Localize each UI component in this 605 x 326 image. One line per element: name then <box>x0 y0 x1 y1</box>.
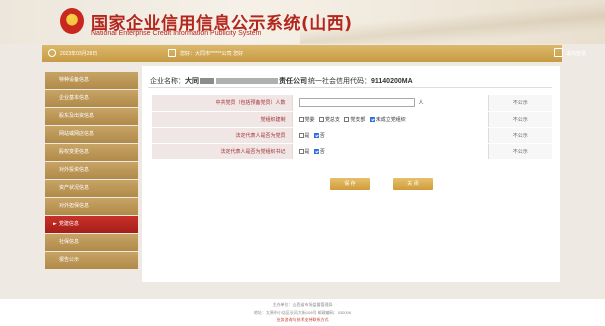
option-label: 党支部 <box>350 116 366 123</box>
form-row-legal-rep-member: 法定代表人是否为党员 是 否 不公示 <box>152 127 552 144</box>
sidebar-item-label: 社保信息 <box>59 239 80 245</box>
option-label: 是 <box>304 148 310 155</box>
save-button[interactable]: 保 存 <box>330 178 370 190</box>
company-name-suffix: 责任公司 <box>279 78 307 85</box>
user-icon <box>168 49 176 57</box>
form-label: 中共党员（包括预备党员）人数 <box>152 95 292 112</box>
logout-link[interactable]: 退出登录 <box>566 50 586 57</box>
sidebar-item-website[interactable]: 网站或网店信息 <box>45 126 138 143</box>
logout-icon[interactable] <box>554 48 563 57</box>
site-subtitle: National Enterprise Credit Information P… <box>91 30 262 37</box>
form-label: 党组织建制 <box>152 111 292 128</box>
publicity-status: 不公示 <box>488 111 552 128</box>
info-bar: 2023年03月28日 您好：大同市******公司 您好 退出登录 <box>42 45 586 62</box>
option-label: 党总支 <box>324 116 340 123</box>
form-row-party-members: 中共党员（包括预备党员）人数 人 不公示 <box>152 95 552 112</box>
sidebar-item-party-building[interactable]: ► 党建信息 <box>45 216 138 233</box>
sidebar-item-label: 对外投资信息 <box>59 167 90 173</box>
sidebar-item-label: 网站或网店信息 <box>59 131 95 137</box>
site-header: 国家企业信用信息公示系统(山西) National Enterprise Cre… <box>0 0 605 44</box>
sidebar-item-label: 资产状况信息 <box>59 185 90 191</box>
checkbox-yes[interactable] <box>298 132 304 138</box>
checkbox-no[interactable] <box>313 148 319 154</box>
form-row-party-org: 党组织建制 党委 党总支 党支部 未成立党组织 不公示 <box>152 111 552 128</box>
checkbox-general-branch[interactable] <box>318 116 324 122</box>
sidebar-item-basic-info[interactable]: 企业基本信息 <box>45 90 138 107</box>
option-label: 否 <box>319 132 325 139</box>
redaction-mark <box>216 78 278 85</box>
checkbox-branch[interactable] <box>344 116 350 122</box>
sidebar-item-label: 党建信息 <box>58 221 79 227</box>
sidebar-item-label: 企业基本信息 <box>59 95 90 101</box>
publicity-status: 不公示 <box>488 95 552 112</box>
company-name: 企业名称：大同 责任公司 <box>150 76 307 86</box>
checkbox-yes[interactable] <box>298 148 304 154</box>
credit-code: 统一社会信用代码：91140200MA <box>308 76 413 86</box>
credit-code-label: 统一社会信用代码： <box>308 78 371 85</box>
sidebar-item-report-publish[interactable]: 报告公示 <box>45 252 138 269</box>
form-value: 人 <box>291 95 489 112</box>
unit-label: 人 <box>418 100 424 107</box>
company-name-label: 企业名称： <box>150 78 185 85</box>
welcome-text: 您好：大同市******公司 您好 <box>180 51 244 57</box>
sidebar-item-investment[interactable]: 对外投资信息 <box>45 162 138 179</box>
form-value: 是 否 <box>291 143 489 160</box>
footer-address: 地址：太原市小店区长风大街108号 邮政编码：030006 <box>253 310 352 315</box>
footer-organizer: 主办单位：山西省市场监督管理局 <box>272 302 333 307</box>
redaction-mark <box>200 78 214 85</box>
clock-icon <box>48 49 56 57</box>
sidebar-item-assets[interactable]: 资产状况信息 <box>45 180 138 197</box>
national-emblem-icon <box>60 8 84 34</box>
sidebar-item-label: 报告公示 <box>59 257 80 263</box>
close-button[interactable]: 关 闭 <box>393 178 433 190</box>
form-row-legal-rep-secretary: 法定代表人是否为党组织书记 是 否 不公示 <box>152 143 552 160</box>
form-label: 法定代表人是否为党组织书记 <box>152 143 292 160</box>
form-label: 法定代表人是否为党员 <box>152 127 292 144</box>
arrow-right-icon: ► <box>53 221 57 227</box>
sidebar-nav: 特种设备信息 企业基本信息 股东及出资信息 网站或网店信息 股权变更信息 对外投… <box>45 72 138 270</box>
sidebar-item-equity-change[interactable]: 股权变更信息 <box>45 144 138 161</box>
option-label: 党委 <box>304 116 315 123</box>
option-label: 未成立党组织 <box>375 116 406 123</box>
option-label: 是 <box>304 132 310 139</box>
party-member-count-input[interactable] <box>298 98 415 108</box>
checkbox-party-committee[interactable] <box>298 116 304 122</box>
checkbox-no-party-org[interactable] <box>369 116 375 122</box>
option-label: 否 <box>319 148 325 155</box>
company-name-prefix: 大同 <box>185 78 199 85</box>
footer-support-link[interactable]: 业务咨询与技术支持联系方式 <box>0 317 605 323</box>
sidebar-item-label: 股权变更信息 <box>59 149 90 155</box>
divider <box>148 87 552 88</box>
form-value: 是 否 <box>291 127 489 144</box>
publicity-status: 不公示 <box>488 143 552 160</box>
current-date: 2023年03月28日 <box>60 51 98 57</box>
main-panel: 企业名称：大同 责任公司 统一社会信用代码：91140200MA 中共党员（包括预… <box>142 66 560 282</box>
sidebar-item-special-equipment[interactable]: 特种设备信息 <box>45 72 138 89</box>
sidebar-item-shareholders[interactable]: 股东及出资信息 <box>45 108 138 125</box>
credit-code-value: 91140200MA <box>371 78 413 85</box>
sidebar-item-social-security[interactable]: 社保信息 <box>45 234 138 251</box>
checkbox-no[interactable] <box>313 132 319 138</box>
sidebar-item-guarantee[interactable]: 对外担保信息 <box>45 198 138 215</box>
sidebar-item-label: 股东及出资信息 <box>59 113 95 119</box>
sidebar-item-label: 对外担保信息 <box>59 203 90 209</box>
site-footer: 主办单位：山西省市场监督管理局 地址：太原市小店区长风大街108号 邮政编码：0… <box>0 299 605 326</box>
sidebar-item-label: 特种设备信息 <box>59 77 90 83</box>
form-value: 党委 党总支 党支部 未成立党组织 <box>291 111 489 128</box>
publicity-status: 不公示 <box>488 127 552 144</box>
party-info-form: 中共党员（包括预备党员）人数 人 不公示 党组织建制 党委 党总支 党支部 未成… <box>152 95 552 160</box>
